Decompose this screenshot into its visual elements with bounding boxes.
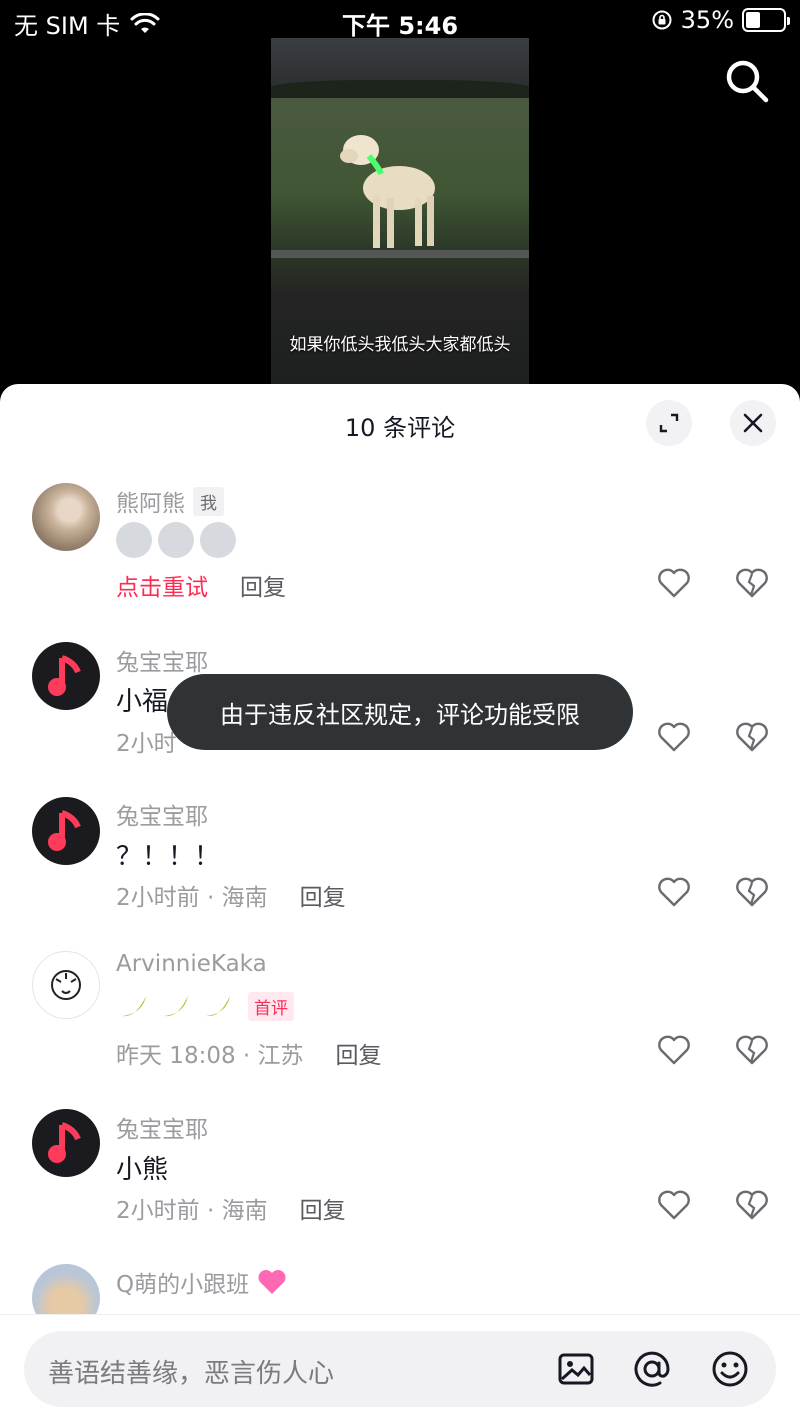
comment-meta: 2小时 [116, 724, 177, 758]
restriction-toast: 由于违反社区规定，评论功能受限 [167, 674, 633, 750]
banana-emoji-icon [164, 996, 188, 1017]
like-heart-icon[interactable] [656, 1187, 692, 1223]
like-heart-icon[interactable] [656, 719, 692, 755]
expand-button[interactable] [646, 400, 692, 446]
username-text: ArvinnieKaka [116, 951, 267, 977]
video-treeline [271, 80, 529, 98]
avatar[interactable] [32, 1109, 100, 1177]
me-tag: 我 [193, 486, 224, 516]
retry-button[interactable]: 点击重试 [116, 568, 208, 602]
comment-username[interactable]: Q萌的小跟班 [116, 1265, 287, 1299]
music-note-icon [48, 810, 81, 851]
comment-emoji-row: 首评 [116, 988, 294, 1024]
dislike-heart-icon[interactable] [734, 1187, 770, 1223]
dislike-heart-icon[interactable] [734, 874, 770, 910]
like-heart-icon[interactable] [656, 874, 692, 910]
dog-image [340, 135, 435, 248]
status-right: 35% [651, 6, 790, 34]
husky-emoji-icon [116, 522, 152, 558]
emoji-icon[interactable] [710, 1349, 750, 1389]
avatar[interactable] [32, 642, 100, 710]
dislike-heart-icon[interactable] [734, 719, 770, 755]
reply-button[interactable]: 回复 [300, 1191, 346, 1225]
comment-meta: 昨天 18:08 · 江苏 回复 [116, 1036, 382, 1070]
at-mention-icon[interactable] [632, 1349, 672, 1389]
reply-button[interactable]: 回复 [300, 878, 346, 912]
dislike-heart-icon[interactable] [734, 565, 770, 601]
comment-time-location: 昨天 18:08 · 江苏 [116, 1043, 304, 1069]
pink-heart-icon [258, 1270, 286, 1294]
comment-username[interactable]: 兔宝宝耶 [116, 1110, 208, 1144]
sheet-header: 10 条评论 [0, 384, 800, 462]
comment-emoji-row [116, 522, 236, 558]
input-placeholder: 善语结善缘，恶言伤人心 [48, 1359, 335, 1389]
expand-icon [659, 413, 679, 433]
username-text: 兔宝宝耶 [116, 1117, 208, 1143]
music-note-icon [48, 655, 81, 696]
avatar[interactable] [32, 797, 100, 865]
username-text: 兔宝宝耶 [116, 804, 208, 830]
like-heart-icon[interactable] [656, 1032, 692, 1068]
avatar[interactable] [32, 951, 100, 1019]
reply-button[interactable]: 回复 [336, 1036, 382, 1070]
rotation-lock-icon [652, 10, 672, 30]
husky-emoji-icon [158, 522, 194, 558]
music-note-icon [48, 1122, 81, 1163]
username-text: Q萌的小跟班 [116, 1272, 250, 1298]
dislike-heart-icon[interactable] [734, 1032, 770, 1068]
tiger-icon [51, 970, 81, 1000]
husky-emoji-icon [200, 522, 236, 558]
comment-meta: 2小时前 · 海南 回复 [116, 1191, 346, 1225]
comment-text: ？！！！ [116, 842, 221, 872]
comment-time-location: 2小时前 · 海南 [116, 885, 268, 911]
reply-button[interactable]: 回复 [240, 568, 286, 602]
comment-username[interactable]: 兔宝宝耶 [116, 643, 208, 677]
battery-percent: 35% [680, 6, 734, 34]
first-comment-tag: 首评 [248, 991, 294, 1021]
video-preview[interactable]: 如果你低头我低头大家都低头 [271, 38, 529, 384]
close-icon [743, 413, 763, 433]
comment-text: 小福 [116, 687, 169, 717]
banana-emoji-icon [206, 996, 230, 1017]
close-button[interactable] [730, 400, 776, 446]
battery-icon [742, 8, 790, 32]
comment-meta: 2小时前 · 海南 回复 [116, 878, 346, 912]
comment-username[interactable]: ArvinnieKaka [116, 951, 267, 977]
username-text: 兔宝宝耶 [116, 650, 208, 676]
video-caption: 如果你低头我低头大家都低头 [289, 335, 511, 355]
comment-time: 2小时 [116, 731, 177, 757]
status-bar: 无 SIM 卡 下午 5:46 35% [0, 0, 800, 40]
comment-meta: 点击重试 回复 [116, 568, 286, 602]
avatar[interactable] [32, 483, 100, 551]
banana-emoji-icon [122, 996, 146, 1017]
username-text: 熊阿熊 [116, 491, 185, 517]
comment-text: 小熊 [116, 1155, 169, 1185]
comment-username[interactable]: 兔宝宝耶 [116, 797, 208, 831]
like-heart-icon[interactable] [656, 565, 692, 601]
comment-username[interactable]: 熊阿熊 我 [116, 484, 224, 518]
search-icon[interactable] [724, 58, 770, 104]
image-icon[interactable] [556, 1349, 596, 1389]
comment-input[interactable]: 善语结善缘，恶言伤人心 [24, 1331, 776, 1407]
comment-input-bar: 善语结善缘，恶言伤人心 [0, 1314, 800, 1422]
comment-time-location: 2小时前 · 海南 [116, 1198, 268, 1224]
